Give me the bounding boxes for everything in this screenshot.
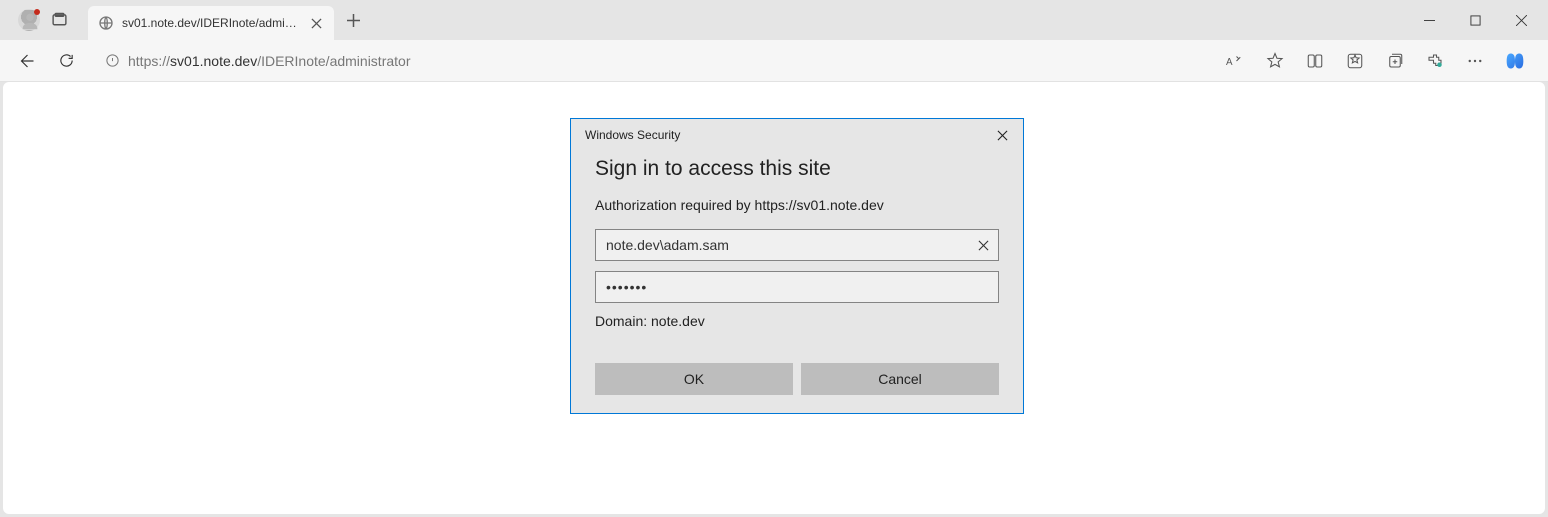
workspaces-icon[interactable] [50, 11, 68, 29]
password-input[interactable] [595, 271, 999, 303]
svg-text:A: A [1226, 56, 1233, 67]
more-menu-button[interactable] [1456, 44, 1494, 78]
favorites-bar-icon[interactable] [1336, 44, 1374, 78]
clear-input-button[interactable] [973, 235, 993, 255]
url-scheme: https:// [128, 53, 170, 69]
window-controls [1406, 4, 1544, 36]
address-bar[interactable]: https://sv01.note.dev/IDERInote/administ… [96, 45, 1212, 77]
collections-icon[interactable] [1376, 44, 1414, 78]
dialog-body: Sign in to access this site Authorizatio… [571, 157, 1023, 413]
copilot-icon[interactable] [1496, 44, 1534, 78]
tab-favicon-icon [98, 15, 114, 31]
browser-titlebar: sv01.note.dev/IDERInote/administ [0, 0, 1548, 40]
split-screen-icon[interactable] [1296, 44, 1334, 78]
ok-button[interactable]: OK [595, 363, 793, 395]
window-close-button[interactable] [1498, 4, 1544, 36]
toolbar-right: A [1216, 44, 1540, 78]
url-host: sv01.note.dev [170, 53, 257, 69]
password-field-wrap [595, 271, 999, 303]
dialog-close-button[interactable] [989, 122, 1015, 148]
notification-dot-icon [34, 9, 40, 15]
dialog-title: Windows Security [585, 128, 680, 142]
username-input[interactable] [595, 229, 999, 261]
url-path: /IDERInote/administrator [257, 53, 410, 69]
maximize-button[interactable] [1452, 4, 1498, 36]
domain-label: Domain: note.dev [595, 313, 999, 329]
new-tab-button[interactable] [338, 5, 368, 35]
refresh-button[interactable] [48, 45, 84, 77]
tab-title: sv01.note.dev/IDERInote/administ [122, 16, 300, 30]
favorite-button[interactable] [1256, 44, 1294, 78]
cancel-button[interactable]: Cancel [801, 363, 999, 395]
profile-avatar[interactable] [18, 9, 40, 31]
url-text: https://sv01.note.dev/IDERInote/administ… [128, 53, 411, 69]
browser-tab-active[interactable]: sv01.note.dev/IDERInote/administ [88, 6, 334, 40]
dialog-subtitle: Authorization required by https://sv01.n… [595, 197, 999, 213]
profile-area [4, 9, 78, 31]
read-aloud-icon[interactable]: A [1216, 44, 1254, 78]
dialog-titlebar: Windows Security [571, 119, 1023, 151]
extensions-icon[interactable] [1416, 44, 1454, 78]
back-button[interactable] [8, 45, 44, 77]
dialog-buttons: OK Cancel [595, 363, 999, 395]
tab-close-button[interactable] [308, 15, 324, 31]
username-field-wrap [595, 229, 999, 261]
minimize-button[interactable] [1406, 4, 1452, 36]
browser-toolbar: https://sv01.note.dev/IDERInote/administ… [0, 40, 1548, 82]
site-info-icon[interactable] [104, 53, 120, 69]
auth-dialog: Windows Security Sign in to access this … [570, 118, 1024, 414]
dialog-heading: Sign in to access this site [595, 157, 999, 181]
